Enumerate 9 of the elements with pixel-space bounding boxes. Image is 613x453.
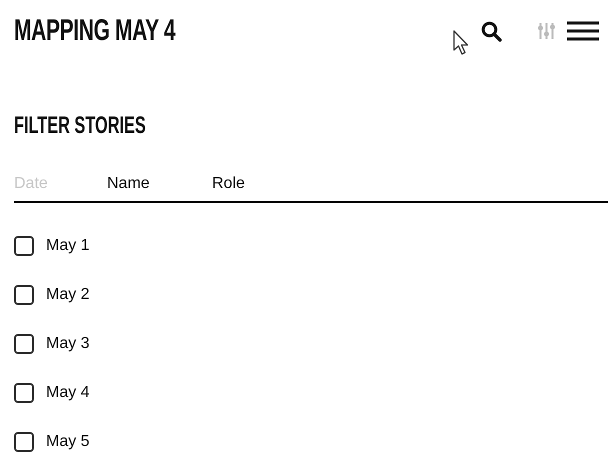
checkbox-label: May 5	[46, 432, 90, 451]
filter-tab[interactable]: Name	[107, 174, 212, 193]
checkbox-label: May 1	[46, 236, 90, 255]
filter-tab[interactable]: Role	[212, 174, 245, 193]
section-heading: FILTER STORIES	[14, 112, 146, 141]
checkbox-label: May 4	[46, 384, 90, 402]
checkbox-label: May 3	[46, 334, 90, 353]
checkbox-label: May 2	[46, 286, 90, 304]
page-title: MAPPING MAY 4	[14, 13, 176, 49]
